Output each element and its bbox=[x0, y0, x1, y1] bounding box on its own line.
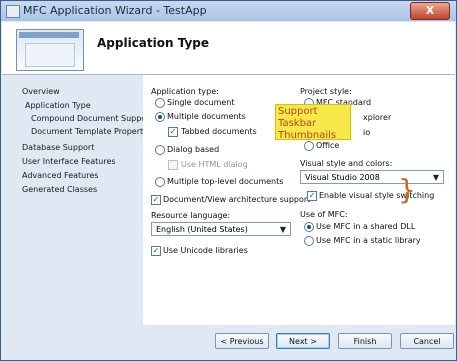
wizard-illustration-icon bbox=[16, 29, 84, 71]
nav-overview[interactable]: Overview bbox=[22, 87, 60, 96]
static-library-radio[interactable] bbox=[304, 236, 314, 246]
close-button[interactable]: X bbox=[410, 2, 450, 20]
project-style-heading: Project style: bbox=[300, 87, 352, 96]
app-window-icon bbox=[6, 5, 20, 18]
enable-visual-style-label: Enable visual style switching bbox=[319, 191, 435, 200]
resource-language-dropdown[interactable]: English (United States) ▼ bbox=[151, 222, 291, 236]
title-bar: MFC Application Wizard - TestApp X bbox=[1, 1, 456, 21]
enable-visual-style-checkbox[interactable]: ✓ bbox=[307, 191, 317, 201]
visual-style-dropdown[interactable]: Visual Studio 2008 ▼ bbox=[300, 170, 444, 184]
nav-database-support[interactable]: Database Support bbox=[22, 143, 94, 152]
chevron-down-icon: ▼ bbox=[432, 173, 439, 182]
nav-advanced-features[interactable]: Advanced Features bbox=[22, 171, 98, 180]
single-document-label: Single document bbox=[167, 98, 235, 107]
shared-dll-label: Use MFC in a shared DLL bbox=[316, 222, 416, 231]
office-radio[interactable] bbox=[304, 141, 314, 151]
wizard-window: MFC Application Wizard - TestApp X Appli… bbox=[0, 0, 457, 361]
multiple-top-level-label: Multiple top-level documents bbox=[167, 177, 284, 186]
use-html-dialog-checkbox[interactable] bbox=[168, 160, 178, 170]
wizard-navigation: Overview Application Type Compound Docum… bbox=[2, 75, 154, 359]
office-label: Office bbox=[316, 141, 340, 150]
visual-studio-label-partial: io bbox=[363, 128, 371, 137]
wizard-footer: < Previous Next > Finish Cancel bbox=[143, 325, 455, 359]
previous-button[interactable]: < Previous bbox=[215, 333, 269, 349]
wizard-header: Application Type bbox=[2, 22, 455, 75]
multiple-top-level-radio[interactable] bbox=[155, 177, 165, 187]
document-view-checkbox[interactable]: ✓ bbox=[151, 195, 161, 205]
nav-application-type[interactable]: Application Type bbox=[25, 101, 91, 110]
document-view-label: Document/View architecture support bbox=[163, 195, 311, 204]
unicode-label: Use Unicode libraries bbox=[163, 246, 248, 255]
visual-style-heading: Visual style and colors: bbox=[300, 159, 393, 168]
nav-document-template-properties[interactable]: Document Template Properties bbox=[31, 127, 154, 136]
shared-dll-radio[interactable] bbox=[304, 222, 314, 232]
chevron-down-icon: ▼ bbox=[279, 225, 286, 234]
single-document-radio[interactable] bbox=[155, 98, 165, 108]
nav-user-interface-features[interactable]: User Interface Features bbox=[22, 157, 116, 166]
multiple-documents-label: Multiple documents bbox=[167, 112, 246, 121]
tabbed-documents-checkbox[interactable]: ✓ bbox=[168, 127, 178, 137]
application-type-heading: Application type: bbox=[151, 87, 219, 96]
nav-generated-classes[interactable]: Generated Classes bbox=[22, 185, 97, 194]
multiple-documents-radio[interactable] bbox=[155, 112, 165, 122]
unicode-checkbox[interactable]: ✓ bbox=[151, 246, 161, 256]
window-title: MFC Application Wizard - TestApp bbox=[23, 4, 207, 17]
taskbar-thumbnails-callout: Support Taskbar Thumbnails bbox=[275, 104, 351, 141]
dialog-based-radio[interactable] bbox=[155, 145, 165, 155]
static-library-label: Use MFC in a static library bbox=[316, 236, 421, 245]
cancel-button[interactable]: Cancel bbox=[400, 333, 454, 349]
callout-brace: } bbox=[398, 173, 416, 206]
finish-button[interactable]: Finish bbox=[338, 333, 392, 349]
use-html-dialog-label: Use HTML dialog bbox=[181, 160, 248, 169]
page-title: Application Type bbox=[97, 36, 210, 50]
use-of-mfc-heading: Use of MFC: bbox=[300, 210, 348, 219]
visual-style-value: Visual Studio 2008 bbox=[305, 173, 380, 182]
resource-language-value: English (United States) bbox=[156, 225, 248, 234]
nav-compound-document-support[interactable]: Compound Document Support bbox=[31, 114, 153, 123]
next-button[interactable]: Next > bbox=[276, 333, 330, 349]
resource-language-heading: Resource language: bbox=[151, 211, 231, 220]
tabbed-documents-label: Tabbed documents bbox=[181, 127, 257, 136]
explorer-label-partial: xplorer bbox=[363, 113, 392, 122]
dialog-based-label: Dialog based bbox=[167, 145, 220, 154]
